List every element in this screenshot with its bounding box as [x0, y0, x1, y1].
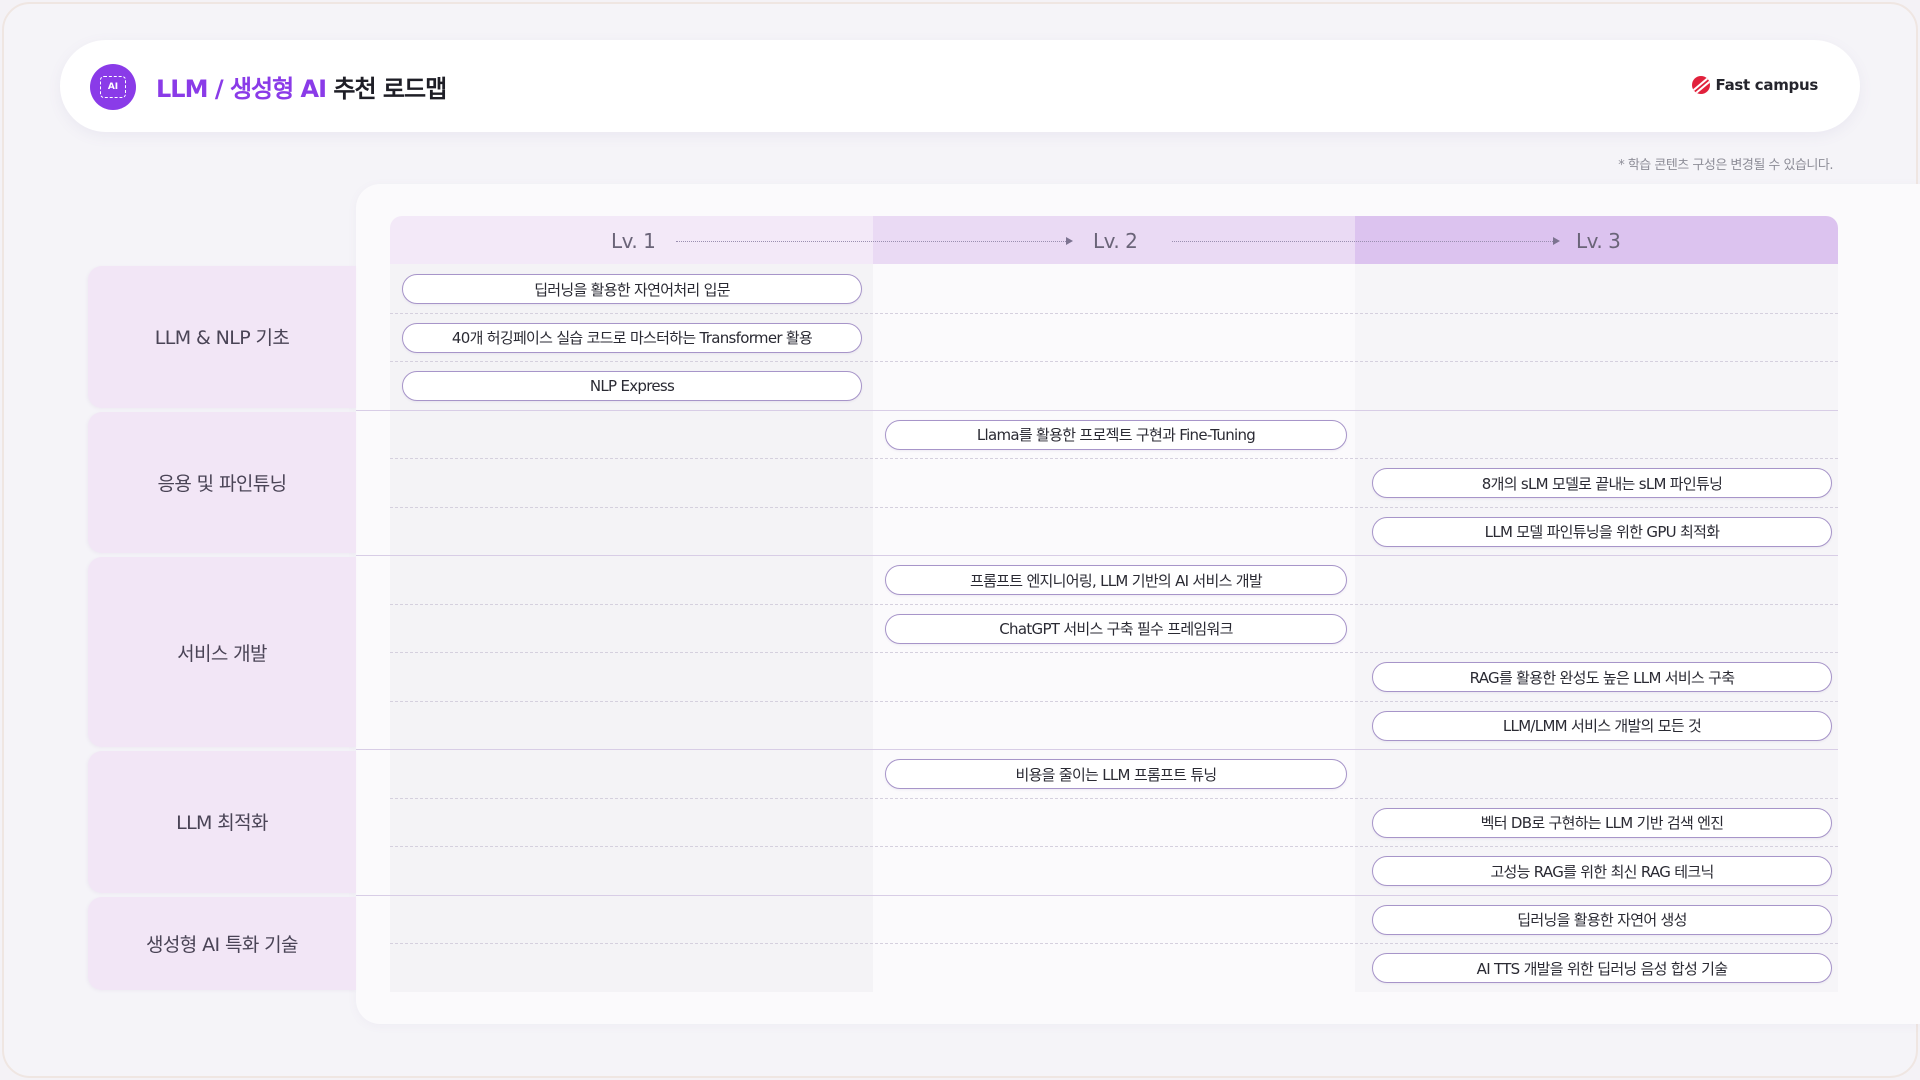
course-pill[interactable]: RAG를 활용한 완성도 높은 LLM 서비스 구축 — [1372, 662, 1832, 692]
category-divider — [356, 894, 1838, 896]
course-pill[interactable]: 딥러닝을 활용한 자연어처리 입문 — [402, 274, 862, 304]
page-title-accent: LLM / 생성형 AI — [156, 75, 327, 103]
level-label-2: Lv. 2 — [1093, 229, 1138, 253]
row-divider — [390, 312, 1838, 314]
row-divider — [390, 943, 1838, 944]
course-pill[interactable]: 고성능 RAG를 위한 최신 RAG 테크닉 — [1372, 856, 1832, 886]
brand-name: Fast campus — [1715, 76, 1819, 94]
level-label-1: Lv. 1 — [611, 229, 656, 253]
course-pill[interactable]: 프롬프트 엔지니어링, LLM 기반의 AI 서비스 개발 — [885, 565, 1347, 595]
brand-logo: Fast campus — [1691, 76, 1819, 94]
course-pill[interactable]: Llama를 활용한 프로젝트 구현과 Fine-Tuning — [885, 419, 1347, 450]
ai-chip-icon: AI — [90, 64, 136, 110]
category-2: 응용 및 파인튜닝 — [88, 411, 356, 553]
row-divider — [390, 361, 1838, 362]
fastcampus-logo-icon — [1691, 76, 1710, 94]
category-divider — [356, 555, 1838, 556]
category-divider — [356, 409, 1838, 411]
disclaimer-note: * 학습 콘텐츠 구성은 변경될 수 있습니다. — [1618, 158, 1833, 173]
row-divider — [390, 700, 1838, 702]
level-label-3: Lv. 3 — [1576, 229, 1621, 253]
course-pill[interactable]: 8개의 sLM 모델로 끝내는 sLM 파인튜닝 — [1372, 468, 1832, 498]
level-arrow-1 — [676, 237, 1073, 245]
ai-chip-label: AI — [100, 76, 126, 98]
row-divider — [390, 458, 1838, 459]
category-divider — [356, 749, 1838, 750]
header-bar: AI LLM / 생성형 AI 추천 로드맵 Fast campus — [60, 40, 1860, 132]
page-title: LLM / 생성형 AI 추천 로드맵 — [156, 69, 447, 104]
level-arrow-2 — [1172, 237, 1560, 245]
row-divider — [390, 652, 1838, 653]
row-divider — [390, 506, 1838, 508]
category-1: LLM & NLP 기초 — [88, 266, 356, 408]
row-divider — [390, 846, 1838, 847]
course-pill[interactable]: NLP Express — [402, 371, 862, 401]
course-pill[interactable]: 40개 허깅페이스 실습 코드로 마스터하는 Transformer 활용 — [402, 322, 862, 353]
course-pill[interactable]: LLM 모델 파인튜닝을 위한 GPU 최적화 — [1372, 516, 1832, 547]
course-pill[interactable]: 벡터 DB로 구현하는 LLM 기반 검색 엔진 — [1372, 807, 1832, 838]
course-pill[interactable]: LLM/LMM 서비스 개발의 모든 것 — [1372, 710, 1832, 741]
page-title-rest: 추천 로드맵 — [333, 75, 447, 103]
course-pill[interactable]: AI TTS 개발을 위한 딥러닝 음성 합성 기술 — [1372, 953, 1832, 983]
category-4: LLM 최적화 — [88, 751, 356, 893]
course-pill[interactable]: 비용을 줄이는 LLM 프롬프트 튜닝 — [885, 759, 1347, 789]
row-divider — [390, 797, 1838, 799]
category-3: 서비스 개발 — [88, 557, 356, 747]
category-5: 생성형 AI 특화 기술 — [88, 896, 356, 990]
course-pill[interactable]: ChatGPT 서비스 구축 필수 프레임워크 — [885, 613, 1347, 644]
row-divider — [390, 603, 1838, 605]
course-pill[interactable]: 딥러닝을 활용한 자연어 생성 — [1372, 904, 1832, 935]
